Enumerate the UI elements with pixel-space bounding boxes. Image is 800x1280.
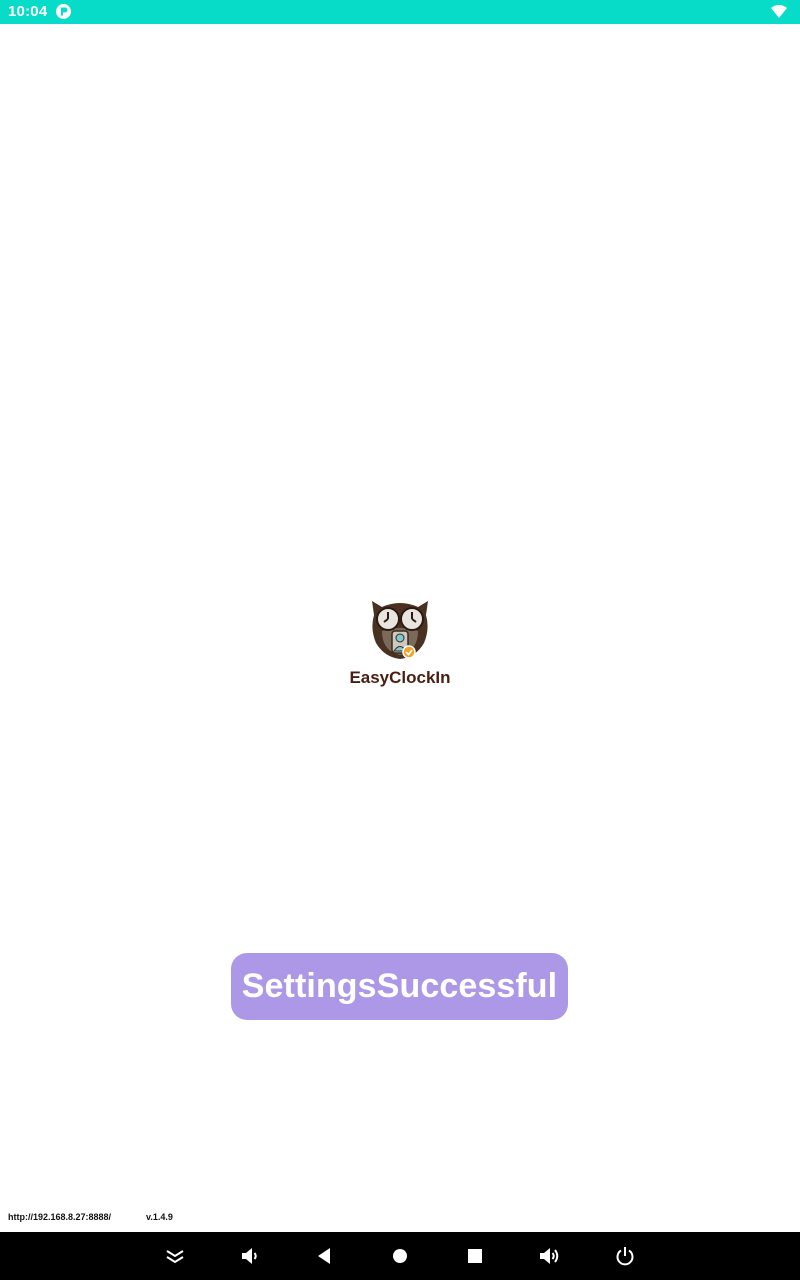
- home-icon[interactable]: [388, 1244, 412, 1268]
- splash-screen: EasyClockIn SettingsSuccessful http://19…: [0, 24, 800, 1232]
- app-version: v.1.4.9: [146, 1212, 173, 1222]
- toast-message: SettingsSuccessful: [231, 953, 568, 1020]
- app-name: EasyClockIn: [349, 668, 451, 687]
- volume-down-icon[interactable]: [238, 1244, 262, 1268]
- status-time: 10:04: [8, 3, 48, 20]
- volume-up-icon[interactable]: [537, 1244, 561, 1268]
- navigation-bar: [0, 1232, 800, 1280]
- back-icon[interactable]: [312, 1244, 336, 1268]
- recents-icon[interactable]: [463, 1244, 487, 1268]
- owl-clock-logo-icon: [368, 595, 432, 661]
- collapse-chevrons-icon[interactable]: [163, 1244, 187, 1268]
- notification-app-icon: [56, 4, 71, 19]
- status-bar: 10:04: [0, 0, 800, 24]
- power-icon[interactable]: [613, 1244, 637, 1268]
- wifi-icon: [771, 4, 787, 19]
- server-url: http://192.168.8.27:8888/: [8, 1212, 112, 1222]
